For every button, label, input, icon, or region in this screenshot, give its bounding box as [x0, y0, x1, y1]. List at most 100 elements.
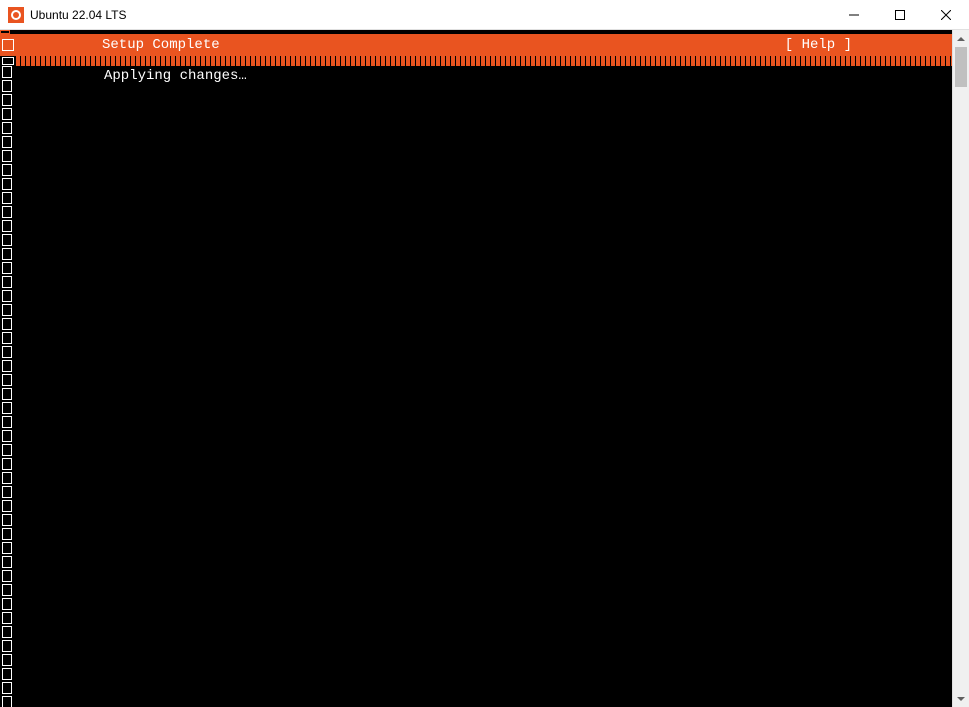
- progress-tick: [361, 56, 365, 66]
- progress-tick: [306, 56, 310, 66]
- progress-tick: [251, 56, 255, 66]
- decoration-box: [2, 206, 12, 218]
- progress-tick: [526, 56, 530, 66]
- decoration-box: [2, 472, 12, 484]
- progress-tick: [781, 56, 785, 66]
- decoration-box: [2, 108, 12, 120]
- progress-tick: [746, 56, 750, 66]
- close-button[interactable]: [923, 0, 969, 29]
- progress-tick: [61, 56, 65, 66]
- decoration-box: [2, 444, 12, 456]
- scroll-thumb[interactable]: [955, 47, 967, 87]
- progress-tick: [126, 56, 130, 66]
- decoration-box: [2, 388, 12, 400]
- decoration-box: [2, 598, 12, 610]
- maximize-button[interactable]: [877, 0, 923, 29]
- progress-tick: [951, 56, 952, 66]
- progress-tick: [121, 56, 125, 66]
- help-button[interactable]: [ Help ]: [785, 37, 852, 53]
- progress-tick: [411, 56, 415, 66]
- decoration-box: [2, 192, 12, 204]
- progress-tick: [941, 56, 945, 66]
- progress-tick: [516, 56, 520, 66]
- minimize-button[interactable]: [831, 0, 877, 29]
- progress-tick: [101, 56, 105, 66]
- progress-tick: [391, 56, 395, 66]
- progress-tick: [751, 56, 755, 66]
- progress-tick: [726, 56, 730, 66]
- vertical-scrollbar[interactable]: [952, 30, 969, 707]
- progress-tick: [621, 56, 625, 66]
- decoration-box: [2, 374, 12, 386]
- progress-tick: [296, 56, 300, 66]
- progress-tick: [421, 56, 425, 66]
- decoration-box: [2, 654, 12, 666]
- progress-tick: [416, 56, 420, 66]
- window-title: Ubuntu 22.04 LTS: [30, 8, 831, 22]
- progress-tick: [646, 56, 650, 66]
- decoration-box: [2, 150, 12, 162]
- progress-tick: [696, 56, 700, 66]
- progress-tick: [91, 56, 95, 66]
- decoration-box: [2, 332, 12, 344]
- decoration-box: [2, 696, 12, 707]
- decoration-box: [2, 486, 12, 498]
- progress-tick: [476, 56, 480, 66]
- progress-tick: [491, 56, 495, 66]
- progress-tick: [736, 56, 740, 66]
- progress-tick: [501, 56, 505, 66]
- progress-tick: [136, 56, 140, 66]
- scroll-track[interactable]: [953, 47, 969, 690]
- progress-tick: [776, 56, 780, 66]
- decoration-box: [2, 57, 14, 65]
- terminal-area: Setup Complete [ Help ] Applying changes…: [0, 30, 952, 707]
- progress-tick: [716, 56, 720, 66]
- window-titlebar: Ubuntu 22.04 LTS: [0, 0, 969, 30]
- progress-tick: [246, 56, 250, 66]
- progress-tick: [671, 56, 675, 66]
- progress-tick: [291, 56, 295, 66]
- decoration-box: [2, 416, 12, 428]
- progress-tick: [156, 56, 160, 66]
- progress-tick: [111, 56, 115, 66]
- progress-tick: [741, 56, 745, 66]
- progress-tick: [56, 56, 60, 66]
- ubuntu-icon: [8, 7, 24, 23]
- progress-tick: [21, 56, 25, 66]
- progress-tick: [786, 56, 790, 66]
- progress-tick: [261, 56, 265, 66]
- progress-tick: [911, 56, 915, 66]
- progress-tick: [436, 56, 440, 66]
- progress-tick: [226, 56, 230, 66]
- progress-tick: [366, 56, 370, 66]
- decoration-box: [2, 66, 12, 78]
- progress-tick: [916, 56, 920, 66]
- progress-tick: [506, 56, 510, 66]
- progress-tick: [66, 56, 70, 66]
- progress-tick: [171, 56, 175, 66]
- progress-tick: [326, 56, 330, 66]
- progress-tick: [381, 56, 385, 66]
- progress-tick: [546, 56, 550, 66]
- progress-tick: [446, 56, 450, 66]
- decoration-box: [2, 542, 12, 554]
- progress-tick: [116, 56, 120, 66]
- progress-tick: [71, 56, 75, 66]
- progress-tick: [266, 56, 270, 66]
- progress-tick: [286, 56, 290, 66]
- scroll-up-arrow[interactable]: [953, 30, 969, 47]
- progress-tick: [946, 56, 950, 66]
- progress-tick: [846, 56, 850, 66]
- decoration-box: [2, 318, 12, 330]
- progress-tick: [721, 56, 725, 66]
- scroll-down-arrow[interactable]: [953, 690, 969, 707]
- progress-tick: [731, 56, 735, 66]
- progress-tick: [876, 56, 880, 66]
- progress-tick: [831, 56, 835, 66]
- progress-tick: [701, 56, 705, 66]
- decoration-box: [2, 584, 12, 596]
- progress-tick: [271, 56, 275, 66]
- progress-tick: [256, 56, 260, 66]
- progress-tick: [371, 56, 375, 66]
- decoration-box: [2, 178, 12, 190]
